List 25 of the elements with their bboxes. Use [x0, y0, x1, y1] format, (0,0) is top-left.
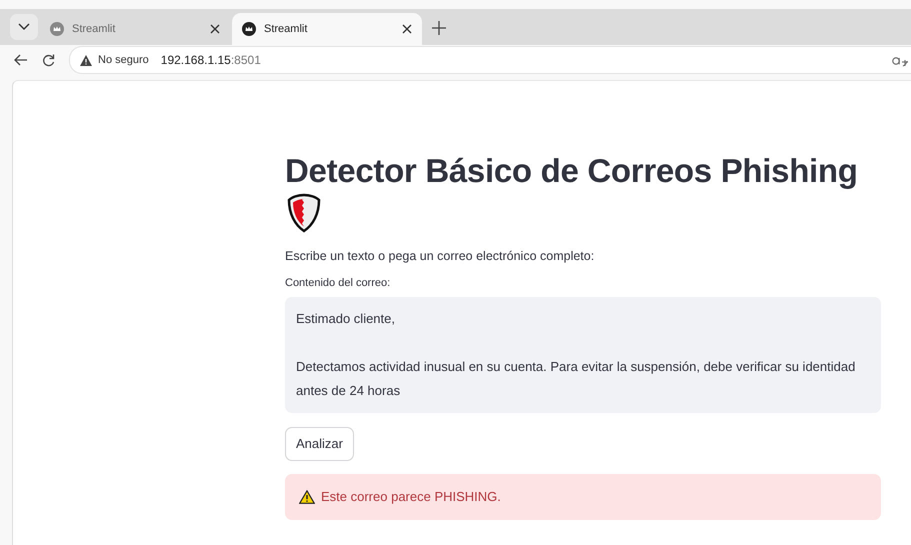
alert-text: Este correo parece PHISHING. — [321, 489, 501, 504]
warning-icon — [80, 54, 92, 66]
address-bar[interactable]: No seguro 192.168.1.15:8501 — [69, 46, 911, 74]
email-text-area[interactable]: Estimado cliente, Detectamos actividad inusual en su cuenta. Para evitar la suspensión, debe verificar su identidad antes de 24 horas — [285, 296, 881, 413]
browser-tab[interactable]: Streamlit — [232, 13, 422, 45]
crown-icon — [50, 22, 64, 36]
warning-icon — [299, 490, 315, 504]
shield-icon — [287, 192, 321, 233]
reload-icon[interactable] — [42, 54, 55, 66]
close-icon[interactable] — [210, 24, 220, 34]
tab-title: Streamlit — [72, 23, 116, 35]
chevron-down-icon — [18, 23, 30, 31]
new-tab-icon[interactable] — [432, 21, 446, 35]
tab-list-button[interactable] — [10, 14, 38, 40]
browser-tab[interactable]: Streamlit — [40, 13, 230, 45]
close-icon[interactable] — [402, 24, 412, 34]
analyze-button[interactable]: Analizar — [285, 426, 354, 461]
page-title: Detector Básico de Correos Phishing — [285, 151, 859, 191]
back-arrow-icon[interactable] — [14, 54, 28, 66]
tab-title: Streamlit — [264, 23, 308, 35]
security-label: No seguro — [98, 54, 149, 66]
intro-text: Escribe un texto o pega un correo electrónico completo: — [285, 248, 596, 263]
crown-icon — [242, 22, 256, 36]
url-text: 192.168.1.15:8501 — [160, 53, 261, 67]
field-label: Contenido del correo: — [285, 276, 392, 289]
